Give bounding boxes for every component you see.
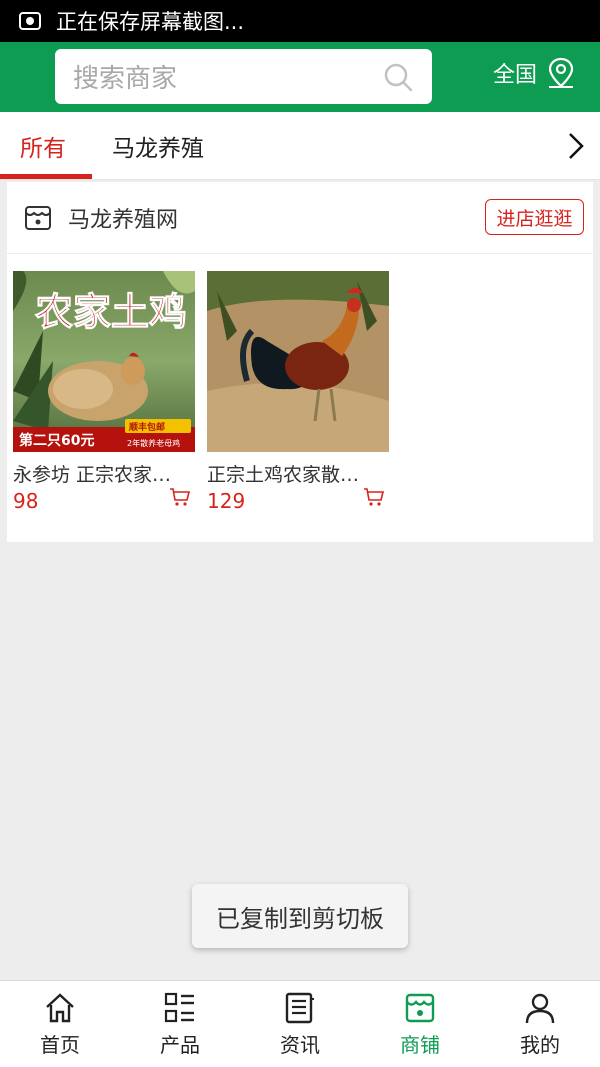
toast-message: 已复制到剪切板: [192, 884, 408, 948]
shop-card: 马龙养殖网 进店逛逛 农家土鸡 第二只60元 顺丰包邮 2年散养老母鸡 永参坊 …: [7, 182, 593, 542]
bottom-nav: 首页 产品 资讯 商铺 我的: [0, 980, 600, 1067]
image-badge-text: 顺丰包邮: [129, 421, 165, 433]
cart-icon[interactable]: [363, 487, 385, 507]
status-text: 正在保存屏幕截图...: [56, 10, 245, 34]
product-image[interactable]: [207, 271, 389, 452]
nav-label: 商铺: [400, 1033, 440, 1057]
tab-active-indicator: [0, 174, 92, 179]
region-selector[interactable]: 全国: [493, 56, 577, 90]
nav-label: 我的: [520, 1033, 560, 1057]
product-card[interactable]: 正宗土鸡农家散… 129: [207, 271, 389, 513]
product-image[interactable]: 农家土鸡 第二只60元 顺丰包邮 2年散养老母鸡: [13, 271, 195, 452]
store-icon: [405, 993, 435, 1023]
location-icon: [548, 57, 574, 88]
status-bar: 正在保存屏幕截图...: [0, 0, 600, 42]
top-header: 搜索商家 全国: [0, 42, 600, 112]
tab-label: 马龙养殖: [112, 136, 204, 162]
product-card[interactable]: 农家土鸡 第二只60元 顺丰包邮 2年散养老母鸡 永参坊 正宗农家… 98: [13, 271, 195, 513]
image-promo-text: 第二只60元: [19, 432, 94, 449]
nav-home[interactable]: 首页: [0, 981, 120, 1067]
cart-icon[interactable]: [169, 487, 191, 507]
tab-malong-farming[interactable]: 马龙养殖: [112, 112, 204, 180]
category-tabs: 所有 马龙养殖: [0, 112, 600, 180]
grid-list-icon: [164, 992, 194, 1023]
image-title-text: 农家土鸡: [35, 289, 187, 334]
nav-stores[interactable]: 商铺: [360, 981, 480, 1067]
product-name[interactable]: 永参坊 正宗农家…: [13, 460, 183, 487]
image-sub-text: 2年散养老母鸡: [127, 438, 180, 448]
nav-products[interactable]: 产品: [120, 981, 240, 1067]
chevron-right-icon[interactable]: [564, 128, 588, 164]
search-input[interactable]: 搜索商家: [55, 49, 432, 104]
store-icon: [25, 205, 51, 230]
screenshot-icon: [19, 12, 41, 30]
nav-news[interactable]: 资讯: [240, 981, 360, 1067]
product-price: 129: [207, 489, 246, 513]
product-name[interactable]: 正宗土鸡农家散…: [207, 460, 377, 487]
search-icon[interactable]: [382, 61, 414, 93]
news-icon: [285, 992, 314, 1024]
home-icon: [46, 993, 74, 1023]
user-icon: [525, 993, 555, 1024]
nav-label: 产品: [160, 1033, 200, 1057]
search-placeholder: 搜索商家: [73, 64, 178, 94]
shop-name[interactable]: 马龙养殖网: [68, 202, 178, 234]
enter-shop-button[interactable]: 进店逛逛: [485, 199, 584, 235]
nav-label: 资讯: [280, 1033, 320, 1057]
nav-mine[interactable]: 我的: [480, 981, 600, 1067]
nav-label: 首页: [40, 1033, 80, 1057]
product-price: 98: [13, 489, 39, 513]
shop-header: 马龙养殖网 进店逛逛: [7, 182, 593, 254]
region-label: 全国: [493, 63, 538, 88]
tab-label: 所有: [20, 136, 66, 162]
tab-all[interactable]: 所有: [20, 112, 66, 180]
